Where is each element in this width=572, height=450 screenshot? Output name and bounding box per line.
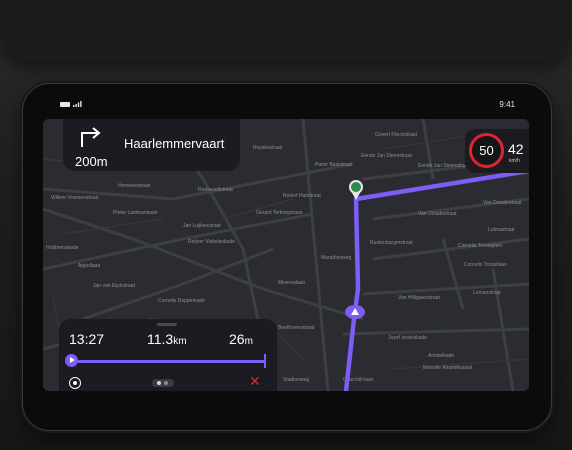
map-label: Cornelis Dopperkade [158,298,205,304]
nav-screen[interactable]: Govert Flinckstraat Eerste Jan Steenstra… [43,119,529,391]
map-label: Govert Flinckstraat [375,132,418,138]
map-label: Rooseveltstraat [198,187,233,193]
map-label: Lomanstraat [473,290,501,296]
close-icon[interactable]: ✕ [249,374,261,388]
map-label: Amstelkade [428,353,454,359]
remaining-time-value: 26 [229,331,245,347]
map-label: Cornelis Troostplein [458,243,502,249]
turn-distance: 200m [75,154,108,169]
map-label: Van Ostadestraat [483,200,522,206]
map-label: Pieter Lastmankade [113,210,158,216]
arrival-time: 13:27 [69,331,105,347]
map-label: Jan van Eijckstraat [93,283,136,289]
drag-handle[interactable] [157,323,177,326]
signal-icon [73,101,82,107]
remaining-distance-value: 11.3 [147,331,174,347]
speed-unit: km/h [509,158,520,164]
speed-panel: 50 42 km/h [465,129,529,173]
trip-progress-end [264,354,266,368]
map-label: Jan Luijkenstraat [183,223,221,229]
map-label: Jozef Israelskade [388,335,427,341]
map-label: Van Ostadestraat [418,211,457,217]
dashboard-top [0,0,572,62]
map-label: Willem Vroesenstraat [51,195,99,201]
map-label: Hobbemakade [46,245,79,251]
map-label: Roelof Hartstraat [283,193,321,199]
map-label: Noorder Amstelkanaal [423,365,472,371]
page-dot-active [157,381,161,385]
battery-icon [60,101,70,107]
remaining-distance: 11.3km [147,331,187,347]
trip-progress-marker [65,354,78,367]
remaining-time-unit: m [244,336,253,347]
recenter-icon[interactable] [69,377,81,389]
map-label: Minervalaan [278,280,305,286]
map-label: Gerard Terborgstraat [256,210,303,216]
remaining-time: 26m [229,331,253,347]
map-label: Eerste Jan Steenstraat [361,153,412,159]
map-label: Rustenburgerstraat [370,240,413,246]
status-time: 9:41 [499,100,515,109]
page-dot [164,381,168,385]
remaining-distance-unit: km [173,336,187,347]
trip-progress-bar [69,360,265,363]
map-label: Eerste Jan Steenstraat [418,163,469,169]
status-icons [60,101,82,107]
map-label: Pieter Baststraat [315,162,353,168]
map-label: Appollaan [78,263,100,269]
trip-summary-panel[interactable]: 13:27 11.3km 26m ✕ [59,319,277,391]
page-indicator-icon[interactable] [152,379,174,387]
map-label: Lutmastraat [488,227,515,233]
current-speed: 42 [508,141,524,157]
vehicle-position-icon [345,305,365,319]
map-label: Marathonweg [321,255,352,261]
speed-limit-sign: 50 [469,133,504,168]
status-bar: 9:41 [42,97,530,113]
map-label: Van Hilligaertstraat [398,295,440,301]
map-label: Hemweestraat [118,183,151,189]
map-label: Beethovenstraat [278,325,315,331]
map-label: Reijner Vinkeleskade [188,239,235,245]
map-label: Royskestraat [253,145,283,151]
turn-instruction-card: 200m Haarlemmervaart [63,119,240,171]
map-label: Cornelis Troostlaan [464,262,507,268]
map-label: Stadionweg [283,377,309,383]
next-street-name: Haarlemmervaart [124,136,225,151]
turn-right-icon [81,127,101,147]
